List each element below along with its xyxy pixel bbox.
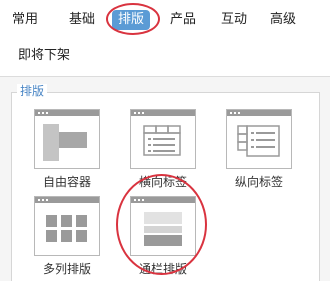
- component-label: 自由容器: [42, 175, 91, 189]
- component-free-container[interactable]: 自由容器: [34, 109, 100, 189]
- vertical-tabs-icon: [226, 109, 292, 169]
- tab-interactive[interactable]: 互动: [221, 12, 247, 28]
- component-vertical-tabs[interactable]: 纵向标签: [226, 109, 292, 189]
- component-full-width-layout[interactable]: 通栏排版: [130, 196, 196, 276]
- component-label: 通栏排版: [138, 262, 187, 276]
- component-label: 横向标签: [138, 175, 187, 189]
- tab-layout[interactable]: 排版: [112, 10, 151, 30]
- free-container-icon: [34, 109, 100, 169]
- component-label: 纵向标签: [234, 175, 283, 189]
- component-multi-column[interactable]: 多列排版: [34, 196, 100, 276]
- tab-deprecating[interactable]: 即将下架: [18, 48, 70, 64]
- full-width-layout-icon: [130, 196, 196, 256]
- component-horizontal-tabs[interactable]: 横向标签: [130, 109, 196, 189]
- tab-advanced[interactable]: 高级: [270, 12, 296, 28]
- tab-common[interactable]: 常用: [12, 12, 38, 28]
- group-title: 排版: [17, 84, 48, 98]
- category-tab-bar: 常用 基础 排版 产品 互动 高级 即将下架: [0, 0, 330, 76]
- component-label: 多列排版: [42, 262, 91, 276]
- horizontal-tabs-icon: [130, 109, 196, 169]
- multi-column-icon: [34, 196, 100, 256]
- tab-product[interactable]: 产品: [170, 12, 196, 28]
- tab-basic[interactable]: 基础: [69, 12, 95, 28]
